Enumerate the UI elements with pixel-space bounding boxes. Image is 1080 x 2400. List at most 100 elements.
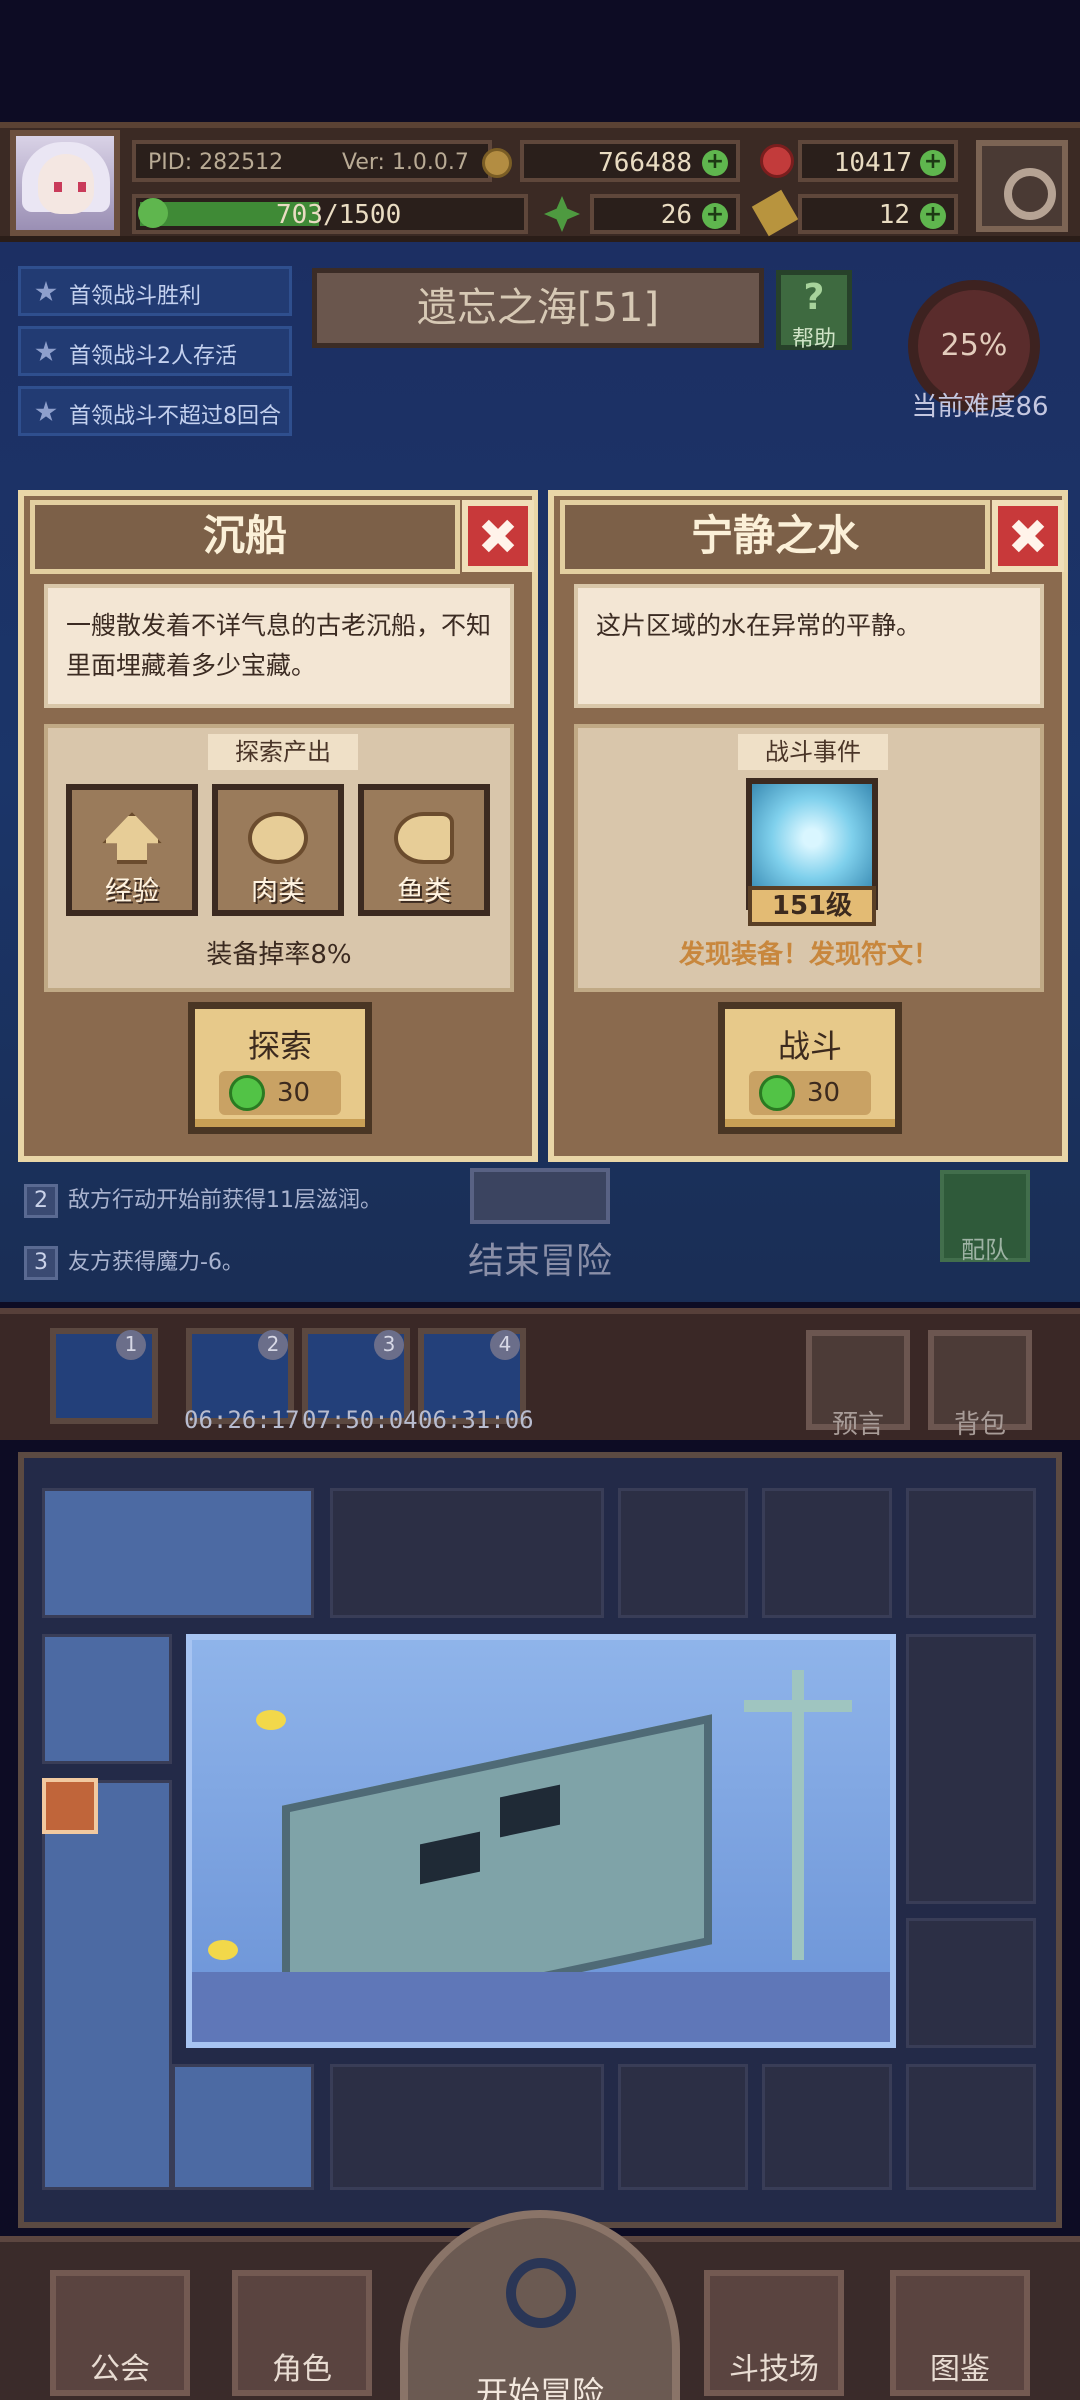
nav-codex[interactable]: 图鉴 [890, 2270, 1030, 2396]
output-xp-tile[interactable]: 经验 [66, 784, 198, 916]
quest-label: 首领战斗不超过8回合 [69, 404, 281, 429]
nav-arena[interactable]: 斗技场 [704, 2270, 844, 2396]
gold-coin-icon [482, 148, 512, 178]
slots-bar [0, 1308, 1080, 1440]
map-cell[interactable] [330, 1488, 604, 1618]
quest-item: 首领战斗2人存活 [18, 326, 292, 376]
close-icon[interactable] [462, 500, 534, 572]
battle-button-label: 战斗 [777, 1027, 842, 1065]
fish-icon [394, 812, 454, 864]
magnifier-icon [506, 2258, 576, 2328]
add-hammer-icon[interactable]: + [920, 203, 946, 229]
quest-label: 首领战斗2人存活 [69, 344, 237, 369]
map-cell[interactable] [906, 2064, 1036, 2190]
map-cell[interactable] [906, 1634, 1036, 1904]
add-clover-icon[interactable]: + [702, 203, 728, 229]
map-cell[interactable] [762, 1488, 892, 1618]
slot-timer: 07:50:04 [302, 1406, 418, 1434]
end-adventure-label: 结束冒险 [467, 1241, 612, 1282]
close-icon[interactable] [992, 500, 1064, 572]
ship-mast-crossbar [744, 1700, 852, 1712]
battle-button[interactable]: 战斗 30 [718, 1002, 902, 1134]
calm-water-dialog: 宁静之水 这片区域的水在异常的平静。 战斗事件 151级 发现装备！发现符文！ … [548, 490, 1068, 1162]
hammer-box: 12 + [798, 194, 958, 234]
nav-label: 角色 [272, 2352, 332, 2387]
clover-amount: 26 [660, 200, 692, 230]
player-avatar[interactable] [10, 130, 120, 236]
output-label: 鱼类 [397, 876, 451, 907]
energy-gem-icon [229, 1075, 265, 1111]
settings-gear-icon[interactable] [976, 140, 1068, 232]
output-meat-tile[interactable]: 肉类 [212, 784, 344, 916]
quest-item: 首领战斗胜利 [18, 266, 292, 316]
dialog-description: 一艘散发着不详气息的古老沉船，不知里面埋藏着多少宝藏。 [44, 584, 514, 708]
nav-character[interactable]: 角色 [232, 2270, 372, 2396]
zone-title: 遗忘之海[51] [312, 268, 764, 348]
gems-box: 10417 + [798, 140, 958, 182]
shop-marker-icon[interactable] [42, 1778, 98, 1834]
add-gold-icon[interactable]: + [702, 150, 728, 176]
xp-bar: 703/1500 [132, 194, 528, 234]
hull-hole [500, 1784, 560, 1838]
shipwreck-scene[interactable] [186, 1634, 896, 2048]
add-gems-icon[interactable]: + [920, 150, 946, 176]
dialog-title: 宁静之水 [560, 500, 990, 574]
end-adventure-button[interactable]: 结束冒险 [460, 1168, 620, 1282]
nav-label: 斗技场 [729, 2352, 819, 2387]
nav-label: 开始冒险 [475, 2374, 604, 2400]
help-label: 帮助 [791, 327, 836, 352]
nav-label: 图鉴 [930, 2352, 990, 2387]
event-reward-text: 发现装备！发现符文！ [678, 940, 939, 970]
seabed [192, 1972, 890, 2042]
map-cell[interactable] [906, 1918, 1036, 2048]
nav-label: 公会 [90, 2352, 150, 2387]
drop-rate-text: 装备掉率8% [206, 940, 352, 970]
nav-guild[interactable]: 公会 [50, 2270, 190, 2396]
explore-button-label: 探索 [247, 1027, 312, 1065]
dialog-title: 沉船 [30, 500, 460, 574]
map-cell-explored[interactable] [42, 1488, 314, 1618]
gold-amount: 766488 [598, 148, 692, 178]
slot-timer: 06:26:17 [184, 1406, 300, 1434]
map-cell[interactable] [618, 2064, 748, 2190]
shipwreck-dialog: 沉船 一艘散发着不详气息的古老沉船，不知里面埋藏着多少宝藏。 探索产出 经验 肉… [18, 490, 538, 1162]
map-cell[interactable] [330, 2064, 604, 2190]
map-cell[interactable] [906, 1488, 1036, 1618]
team-label: 配队 [961, 1236, 1009, 1264]
gems-amount: 10417 [833, 148, 912, 178]
panel-title: 战斗事件 [738, 734, 888, 770]
rule-number: 3 [24, 1246, 58, 1280]
slot-number: 1 [116, 1330, 146, 1360]
question-mark-icon: ? [803, 277, 825, 318]
dialog-description: 这片区域的水在异常的平静。 [574, 584, 1044, 708]
ruby-gem-icon [760, 144, 794, 178]
map-cell-explored[interactable] [42, 1780, 172, 2190]
ship-mast [792, 1670, 804, 1960]
map-cell-explored[interactable] [42, 1634, 172, 1764]
version-text: Ver: 1.0.0.7 [342, 150, 469, 175]
rule-text: 敌方行动开始前获得11层滋润。 [68, 1188, 382, 1213]
rule-text: 友方获得魔力-6。 [68, 1250, 244, 1275]
slot-number: 2 [258, 1330, 288, 1360]
rule-item: 2 敌方行动开始前获得11层滋润。 [24, 1182, 382, 1218]
hull-hole [420, 1831, 480, 1885]
battle-event-panel: 战斗事件 151级 发现装备！发现符文！ [574, 724, 1044, 992]
explore-button[interactable]: 探索 30 [188, 1002, 372, 1134]
slot-timer: 06:31:06 [418, 1406, 534, 1434]
output-fish-tile[interactable]: 鱼类 [358, 784, 490, 916]
map-cell[interactable] [762, 2064, 892, 2190]
output-label: 经验 [105, 876, 159, 907]
star-icon [35, 281, 57, 302]
avatar-eye-left [54, 182, 62, 192]
xp-arrow-icon [102, 812, 162, 864]
gold-box: 766488 + [520, 140, 740, 182]
map-cell-explored[interactable] [172, 2064, 314, 2190]
exit-icon [470, 1168, 610, 1224]
yellow-fish-icon [256, 1710, 286, 1730]
help-button[interactable]: ? 帮助 [776, 270, 852, 352]
output-label: 肉类 [251, 876, 305, 907]
difficulty-label: 当前难度86 [911, 392, 1049, 422]
slot-number: 3 [374, 1330, 404, 1360]
map-cell[interactable] [618, 1488, 748, 1618]
rule-item: 3 友方获得魔力-6。 [24, 1244, 244, 1280]
